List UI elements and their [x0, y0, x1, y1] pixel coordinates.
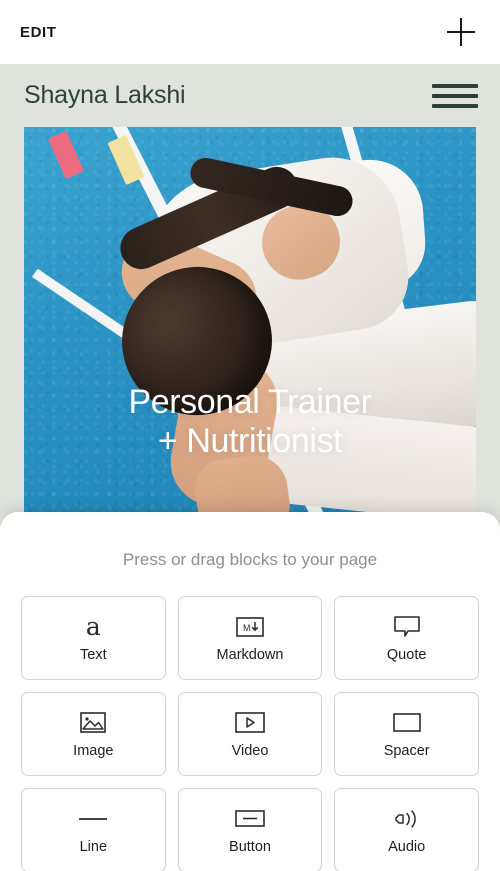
block-label: Button: [229, 838, 271, 855]
block-text[interactable]: a Text: [21, 596, 166, 680]
image-icon: [80, 710, 107, 736]
block-markdown[interactable]: M Markdown: [177, 596, 323, 680]
rectangle-icon: [392, 710, 421, 736]
hero-headline[interactable]: Personal Trainer + Nutritionist: [24, 383, 476, 461]
button-icon: [235, 806, 265, 832]
app-screen: EDIT Shayna Lakshi Personal Trainer + Nu…: [0, 0, 500, 871]
block-label: Text: [80, 646, 107, 663]
block-label: Line: [79, 838, 108, 855]
block-label: Quote: [386, 646, 427, 663]
block-image[interactable]: Image: [21, 692, 166, 776]
block-picker-sheet: Press or drag blocks to your page a Text…: [0, 512, 500, 871]
letter-a-icon: a: [85, 612, 101, 641]
block-audio[interactable]: Audio: [334, 788, 479, 871]
sheet-hint-text: Press or drag blocks to your page: [122, 550, 378, 569]
block-label: Spacer: [383, 742, 430, 759]
speaker-icon: [393, 806, 421, 832]
site-header: Shayna Lakshi: [0, 64, 500, 127]
horizontal-line-icon: [78, 806, 108, 832]
block-line[interactable]: Line: [21, 788, 166, 871]
hamburger-line: [432, 83, 478, 88]
hero-image-block[interactable]: Personal Trainer + Nutritionist: [24, 127, 476, 547]
editor-toolbar: EDIT: [0, 0, 500, 64]
hamburger-menu-icon[interactable]: [432, 82, 478, 110]
hamburger-line: [432, 103, 478, 108]
block-quote[interactable]: Quote: [334, 596, 479, 680]
blocks-grid: a Text M Markdown Quote Image Video Spac…: [0, 570, 500, 871]
speech-bubble-icon: [393, 614, 421, 640]
hero-headline-line-2: + Nutritionist: [157, 421, 343, 460]
block-spacer[interactable]: Spacer: [334, 692, 479, 776]
page-title[interactable]: Shayna Lakshi: [24, 81, 186, 110]
block-label: Markdown: [216, 646, 284, 663]
block-label: Audio: [388, 838, 426, 855]
markdown-icon: M: [236, 614, 264, 640]
block-button[interactable]: Button: [177, 788, 323, 871]
hamburger-line: [432, 93, 478, 98]
edit-mode-label[interactable]: EDIT: [20, 24, 57, 41]
block-label: Video: [231, 742, 269, 759]
block-label: Image: [73, 742, 114, 759]
plus-icon[interactable]: [444, 15, 478, 49]
video-play-icon: [235, 710, 265, 736]
hero-headline-line-1: Personal Trainer: [128, 383, 372, 421]
block-video[interactable]: Video: [177, 692, 323, 776]
svg-text:M: M: [243, 623, 251, 633]
